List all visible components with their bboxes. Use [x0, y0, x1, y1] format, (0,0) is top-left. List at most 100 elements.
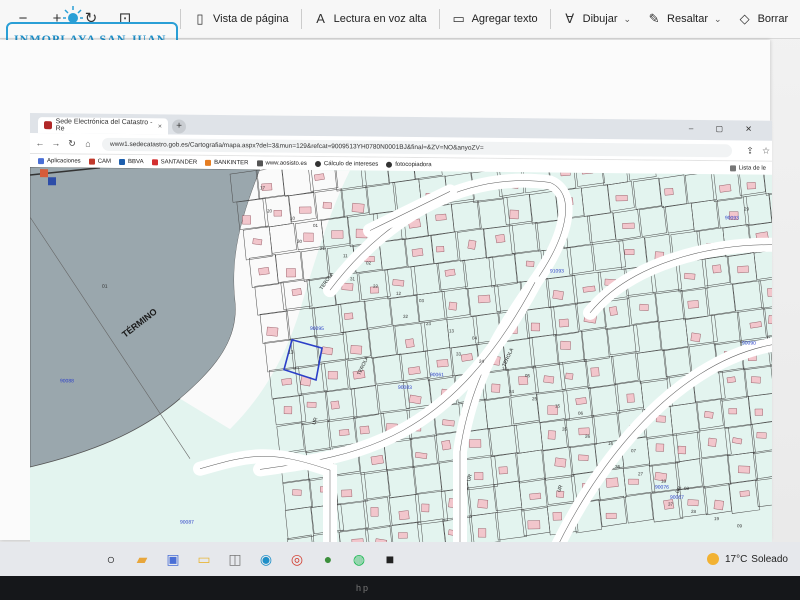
building	[543, 375, 555, 384]
building	[529, 492, 542, 500]
parcel	[728, 479, 761, 514]
dibujar-button[interactable]: ∀ Dibujar ⌄	[555, 4, 639, 34]
store-icon[interactable]: ▣	[160, 546, 186, 572]
building	[552, 511, 562, 521]
hp-logo: hp	[356, 583, 371, 593]
parcel	[654, 290, 686, 323]
building	[331, 230, 344, 239]
building	[273, 210, 282, 217]
badge-app-icon[interactable]: ●	[315, 546, 341, 572]
highlight-icon: ✎	[648, 11, 660, 26]
building	[575, 397, 587, 405]
parcel	[690, 199, 720, 232]
toolbar-divider	[300, 9, 302, 29]
browser-tab[interactable]: Sede Electrónica del Catastro - Re ×	[38, 117, 168, 135]
url-field[interactable]: www1.sedecatastro.gob.es/Cartografia/map…	[102, 137, 732, 157]
parcel-number: 32	[403, 314, 409, 319]
close-tab-icon[interactable]: ×	[158, 123, 162, 130]
parcel	[402, 378, 432, 409]
start-icon[interactable]: ○	[98, 546, 124, 572]
building	[547, 430, 556, 440]
parcel-number: 24	[479, 359, 485, 364]
chevron-down-icon[interactable]: ⌄	[624, 14, 632, 25]
building	[242, 215, 251, 225]
building	[554, 457, 567, 468]
spotify-icon[interactable]: ◍	[346, 546, 372, 572]
new-tab-icon[interactable]: +	[172, 119, 186, 134]
building	[767, 287, 772, 297]
parcel	[664, 202, 695, 234]
building	[746, 182, 756, 190]
parcel	[566, 243, 595, 275]
eraser-icon: ◇	[739, 11, 750, 26]
building	[582, 285, 596, 293]
bookmark-item[interactable]: CAM	[88, 158, 111, 165]
building	[552, 290, 564, 300]
parcel-number: 04	[472, 336, 478, 341]
parcel	[747, 392, 772, 425]
window-controls[interactable]: – ▢ ✕	[689, 124, 762, 134]
bookmark-item[interactable]: fotocopiadora	[386, 161, 432, 168]
lectura-label: Lectura en voz alta	[333, 13, 427, 25]
share-icon[interactable]: ⇪	[744, 145, 756, 156]
browser-window: Sede Electrónica del Catastro - Re × + –…	[30, 113, 772, 561]
lectura-button[interactable]: A Lectura en voz alta	[306, 4, 435, 34]
bookmark-item[interactable]: SANTANDER	[151, 159, 197, 166]
building	[321, 346, 334, 356]
chevron-down-icon[interactable]: ⌄	[714, 14, 722, 25]
building	[713, 499, 724, 511]
bookmark-item[interactable]: Aplicaciones	[38, 158, 81, 165]
parcel	[450, 200, 482, 232]
forward-icon[interactable]: →	[50, 138, 62, 148]
parcel	[389, 294, 421, 326]
bookmark-favicon-icon	[205, 159, 212, 166]
home-icon[interactable]: ⌂	[82, 139, 94, 149]
reload-icon[interactable]: ↻	[66, 138, 78, 149]
epic-icon[interactable]: ■	[377, 546, 403, 572]
star-icon[interactable]: ☆	[760, 145, 772, 156]
reading-list[interactable]: Lista de le	[729, 165, 766, 172]
folder-icon[interactable]: ▭	[191, 546, 217, 572]
parcel-number: 36	[615, 464, 621, 469]
parcel	[502, 193, 533, 226]
building	[626, 393, 635, 403]
back-icon[interactable]: ←	[34, 138, 46, 148]
chrome-icon[interactable]: ◎	[284, 546, 310, 572]
map-control[interactable]	[40, 169, 48, 178]
parcel	[412, 462, 443, 494]
apps-grid-icon	[38, 158, 44, 165]
bookmark-item[interactable]: Cálculo de intereses	[314, 160, 378, 168]
bookmark-item[interactable]: BBVA	[119, 158, 144, 165]
window-icon[interactable]: ◫	[222, 546, 248, 572]
resaltar-button[interactable]: ✎ Resaltar ⌄	[639, 4, 730, 34]
windows-taskbar: ○ ▰ ▣ ▭ ◫ ◉ ◎ ● ◍ ■ 17°C Soleado	[0, 542, 800, 576]
bookmark-item[interactable]: BANKINTER	[205, 159, 249, 166]
highlighted-parcel[interactable]	[283, 338, 323, 382]
building	[468, 439, 482, 448]
agregar-button[interactable]: ▭ Agregar texto	[444, 4, 546, 34]
globe-icon	[256, 160, 263, 167]
explorer-icon[interactable]: ▰	[129, 546, 155, 572]
edge-icon[interactable]: ◉	[253, 546, 279, 572]
block-code: 90088	[60, 378, 74, 384]
borrar-button[interactable]: ◇ Borrar	[730, 4, 797, 34]
building	[322, 201, 332, 210]
weather-text: Soleado	[751, 553, 788, 565]
vista-button[interactable]: ▯ Vista de página	[185, 4, 297, 34]
parcel-number: 09	[737, 523, 743, 528]
book-icon: ▯	[196, 11, 204, 26]
building	[350, 345, 363, 355]
building	[664, 188, 674, 196]
building	[478, 528, 487, 538]
parcel-number: 15	[555, 403, 561, 408]
parcel	[388, 493, 422, 526]
building	[754, 408, 763, 416]
cadastral-map[interactable]: TEROLA TEROLA TEROLA UR UR UR UR 90093 91093 9009…	[30, 167, 772, 561]
weather-widget[interactable]: 17°C Soleado	[706, 553, 788, 565]
map-control[interactable]	[48, 177, 56, 186]
parcel-number: 16	[608, 441, 614, 446]
map-canvas[interactable]: TEROLATEROLA TEROLAURURUR UR90093910939009…	[30, 167, 772, 561]
highlighted-parcel-number: 13	[288, 350, 294, 356]
building	[441, 440, 452, 451]
bookmark-item[interactable]: www.aosisto.es	[256, 160, 307, 167]
